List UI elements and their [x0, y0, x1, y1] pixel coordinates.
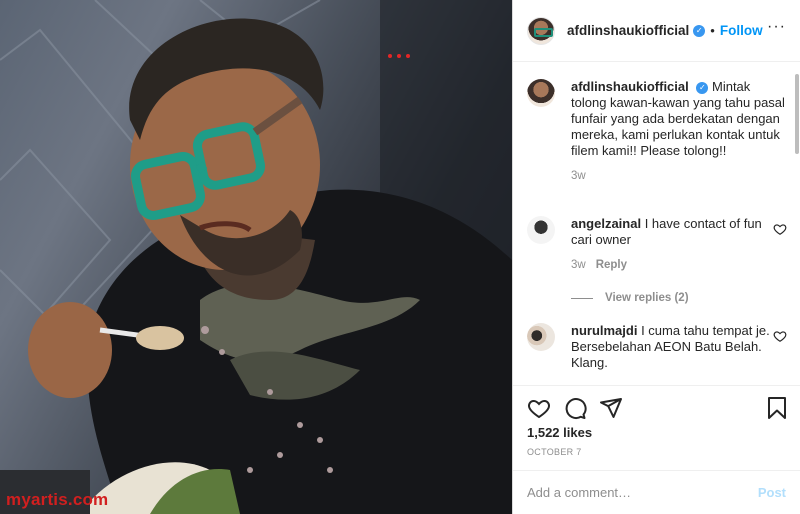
- comment-heart-icon[interactable]: [773, 329, 787, 343]
- commenter-avatar[interactable]: [527, 323, 555, 351]
- separator: •: [710, 23, 715, 38]
- watermark-brand: myartis: [6, 490, 68, 509]
- caption-username[interactable]: afdlinshaukiofficial: [571, 79, 689, 94]
- comments-list[interactable]: afdlinshaukiofficial ✓ Mintak tolong kaw…: [513, 63, 800, 385]
- more-icon[interactable]: ···: [767, 19, 786, 35]
- caption-avatar[interactable]: [527, 79, 555, 107]
- post-photo[interactable]: myartis.com: [0, 0, 512, 514]
- author-avatar[interactable]: [527, 16, 555, 45]
- post-comment-button[interactable]: Post: [758, 485, 786, 500]
- post-actions: 1,522 likes OCTOBER 7 Post: [513, 385, 800, 514]
- watermark-tld: .com: [67, 490, 109, 509]
- heart-icon[interactable]: [527, 396, 551, 420]
- commenter-username[interactable]: angelzainal: [571, 216, 641, 231]
- post-header: afdlinshaukiofficial ✓ • Follow ···: [513, 0, 800, 62]
- commenter-avatar[interactable]: [527, 216, 555, 244]
- comment-timestamp[interactable]: 3w: [571, 259, 586, 271]
- comment-item: angelzainal I have contact of fun cari o…: [527, 216, 787, 271]
- post-date[interactable]: OCTOBER 7: [527, 447, 582, 457]
- add-comment-bar: Post: [513, 470, 800, 514]
- watermark: myartis.com: [6, 490, 108, 510]
- commenter-username[interactable]: nurulmajdi: [571, 323, 637, 338]
- reply-button[interactable]: Reply: [596, 259, 627, 271]
- comments-scrollbar[interactable]: [795, 74, 799, 154]
- share-icon[interactable]: [599, 396, 623, 420]
- verified-badge-icon: ✓: [693, 24, 706, 37]
- caption: afdlinshaukiofficial ✓ Mintak tolong kaw…: [527, 79, 785, 182]
- photo-illustration: [0, 0, 512, 514]
- follow-button[interactable]: Follow: [720, 23, 763, 38]
- caption-timestamp[interactable]: 3w: [571, 170, 586, 182]
- comment-item: nurulmajdi I cuma tahu tempat je. Berseb…: [527, 323, 787, 371]
- verified-badge-icon: ✓: [696, 82, 709, 94]
- view-replies-label: View replies (2): [605, 292, 689, 304]
- divider: [571, 297, 593, 299]
- comment-heart-icon[interactable]: [773, 222, 787, 236]
- view-replies-button[interactable]: View replies (2): [571, 292, 689, 304]
- comment-icon[interactable]: [563, 396, 587, 420]
- bookmark-icon[interactable]: [766, 396, 788, 420]
- author-username[interactable]: afdlinshaukiofficial: [567, 23, 689, 38]
- post-side-panel: afdlinshaukiofficial ✓ • Follow ··· afdl…: [512, 0, 800, 514]
- add-comment-input[interactable]: [527, 485, 758, 500]
- likes-count[interactable]: 1,522 likes: [527, 425, 592, 440]
